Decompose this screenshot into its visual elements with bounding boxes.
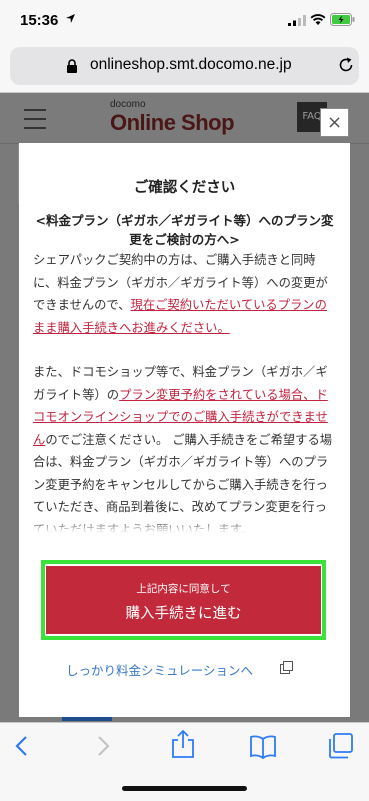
forward-icon[interactable] <box>95 735 111 757</box>
logo-docomo-text: docomo <box>110 99 146 110</box>
notice-heading: <料金プラン（ギガホ／ギガライト等）へのプラン変更をご検討の方へ> <box>35 213 334 247</box>
wifi-icon <box>310 14 326 25</box>
modal-close-button[interactable]: × <box>320 108 349 137</box>
notice-paragraph-2: また、ドコモショップ等で、料金プラン（ギガホ／ギガライト等）のプラン変更予約をさ… <box>33 361 336 533</box>
signal-icon <box>288 15 306 26</box>
notice-paragraph-1: シェアパックご契約中の方は、ご購入手続きと同時に、料金プラン（ギガホ／ギガライト… <box>33 249 336 339</box>
background-panel-left <box>0 144 19 204</box>
paragraph-2-text-after: のでご注意ください。 ご購入手続きをご希望する場合は、料金プラン（ギガホ／ギガラ… <box>33 432 333 534</box>
share-icon[interactable] <box>170 729 196 759</box>
home-indicator <box>122 786 247 791</box>
back-icon[interactable] <box>14 735 30 757</box>
location-arrow-icon <box>66 14 75 23</box>
modal-title: ご確認ください <box>133 180 236 196</box>
proceed-to-purchase-button[interactable]: 上記内容に同意して 購入手続きに進む <box>46 566 321 634</box>
status-time: 15:36 <box>20 12 59 29</box>
price-simulation-link[interactable]: しっかり料金シミュレーションへ <box>66 660 253 679</box>
url-field[interactable]: onlineshop.smt.docomo.ne.jp <box>10 47 359 85</box>
modal-scroll-content[interactable]: <料金プラン（ギガホ／ギガライト等）へのプラン変更をご検討の方へ> シェアパック… <box>33 211 336 533</box>
site-header: docomo Online Shop FAQ <box>0 93 369 144</box>
background-panel-right <box>348 144 369 204</box>
hamburger-menu-icon <box>24 109 46 136</box>
proceed-button-main-label: 購入手続きに進む <box>125 606 242 622</box>
battery-charging-icon <box>330 13 355 26</box>
external-window-icon <box>280 661 293 674</box>
url-text: onlineshop.smt.docomo.ne.jp <box>90 56 292 73</box>
close-icon: × <box>326 112 343 133</box>
lock-icon <box>67 59 77 73</box>
reload-icon[interactable] <box>337 56 355 74</box>
proceed-button-sub-label: 上記内容に同意して <box>136 583 231 595</box>
status-bar: 15:36 <box>0 0 369 40</box>
tabs-icon[interactable] <box>328 733 354 759</box>
bookmarks-icon[interactable] <box>250 735 276 759</box>
browser-address-bar: onlineshop.smt.docomo.ne.jp <box>0 40 369 93</box>
scroll-fade <box>33 519 336 533</box>
logo-online-shop: Online Shop <box>110 110 235 135</box>
